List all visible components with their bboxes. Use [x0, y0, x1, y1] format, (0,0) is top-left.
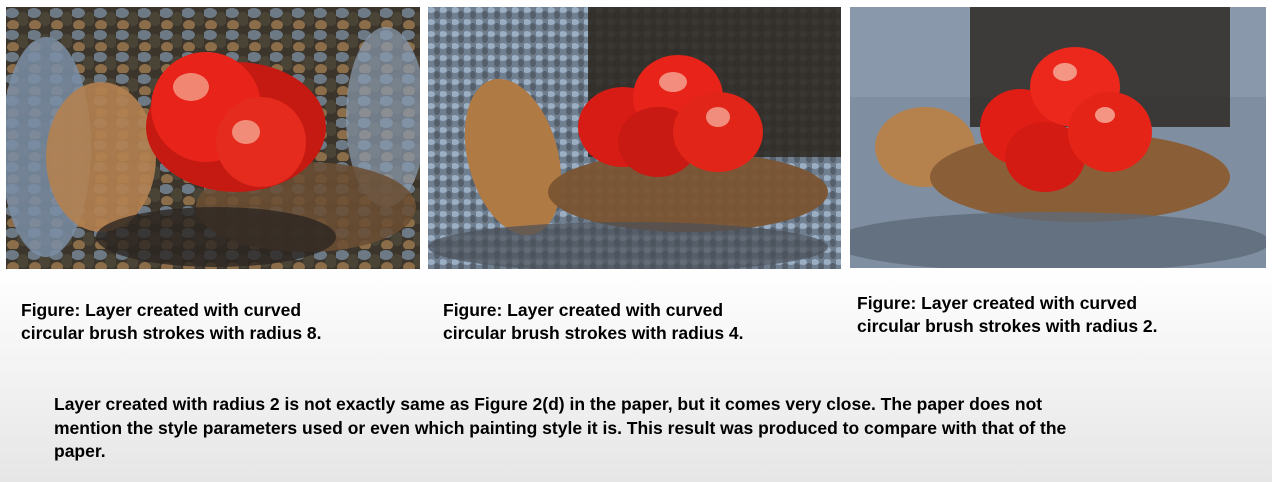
- caption-line: circular brush strokes with radius 2.: [857, 316, 1158, 336]
- figure-caption-radius-8: Figure: Layer created with curved circul…: [21, 299, 421, 345]
- figure-image-radius-2: [850, 7, 1266, 268]
- note-line: Layer created with radius 2 is not exact…: [54, 394, 1043, 414]
- comparison-note: Layer created with radius 2 is not exact…: [54, 393, 1224, 464]
- caption-line: circular brush strokes with radius 4.: [443, 323, 744, 343]
- caption-line: circular brush strokes with radius 8.: [21, 323, 322, 343]
- caption-line: Figure: Layer created with curved: [857, 293, 1138, 313]
- note-line: paper.: [54, 441, 106, 461]
- figure-caption-radius-4: Figure: Layer created with curved circul…: [443, 299, 843, 345]
- note-line: mention the style parameters used or eve…: [54, 417, 1067, 438]
- caption-line: Figure: Layer created with curved: [21, 300, 302, 320]
- figure-image-radius-8: [6, 7, 420, 269]
- figure-image-radius-4: [428, 7, 841, 269]
- figure-caption-radius-2: Figure: Layer created with curved circul…: [857, 292, 1267, 338]
- caption-line: Figure: Layer created with curved: [443, 300, 724, 320]
